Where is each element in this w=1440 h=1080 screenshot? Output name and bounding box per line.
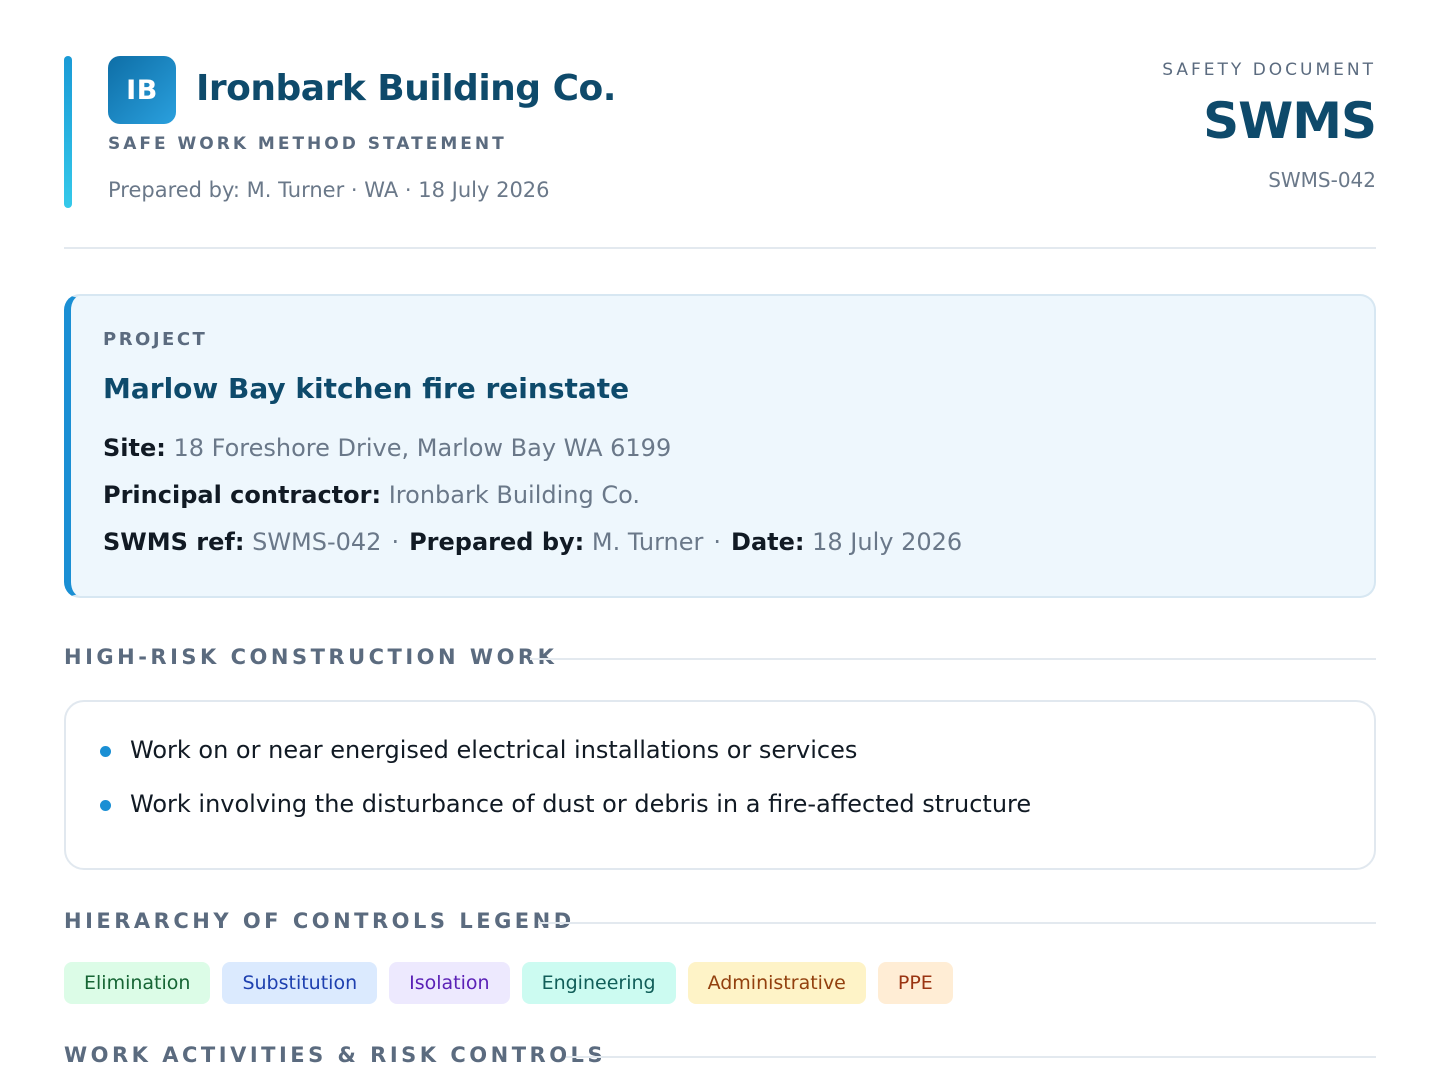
document-header: IB Ironbark Building Co. SAFE WORK METHO… (64, 56, 1377, 208)
bullet-icon (100, 800, 111, 811)
swms-ref-value: SWMS-042 (252, 528, 382, 556)
legend-chip-substitution: Substitution (222, 962, 378, 1004)
list-item: Work involving the disturbance of dust o… (130, 790, 1032, 818)
company-logo: IB (108, 56, 176, 124)
swms-ref-label: SWMS ref: (103, 528, 245, 556)
project-card: PROJECT Marlow Bay kitchen fire reinstat… (64, 294, 1376, 598)
prepared-by-value: M. Turner (591, 528, 704, 556)
legend-chip-engineering: Engineering (521, 962, 676, 1004)
section-rule (566, 1056, 1376, 1058)
list-item: Work on or near energised electrical ins… (130, 736, 858, 764)
prepared-by-label: Prepared by: (409, 528, 585, 556)
hrcw-card: Work on or near energised electrical ins… (64, 700, 1376, 870)
section-title-legend: HIERARCHY OF CONTROLS LEGEND (64, 909, 575, 933)
project-contractor-row: Principal contractor: Ironbark Building … (103, 481, 640, 509)
prepared-by-line: Prepared by: M. Turner · WA · 18 July 20… (108, 178, 550, 202)
legend-chip-isolation: Isolation (389, 962, 510, 1004)
bullet-icon (100, 746, 111, 757)
contractor-value: Ironbark Building Co. (388, 481, 641, 509)
header-accent-bar (64, 56, 72, 208)
section-title-hrcw: HIGH-RISK CONSTRUCTION WORK (64, 645, 558, 669)
document-type-label: SAFETY DOCUMENT (1162, 60, 1376, 80)
legend-chip-ppe: PPE (877, 962, 953, 1004)
contractor-label: Principal contractor: (103, 481, 382, 509)
project-title: Marlow Bay kitchen fire reinstate (103, 372, 630, 405)
legend-chip-administrative: Administrative (687, 962, 866, 1004)
section-title-activities: WORK ACTIVITIES & RISK CONTROLS (64, 1043, 607, 1067)
document-subtitle: SAFE WORK METHOD STATEMENT (108, 134, 507, 154)
section-rule (538, 922, 1376, 924)
document-reference: SWMS-042 (1268, 168, 1376, 192)
project-meta-row: SWMS ref: SWMS-042 · Prepared by: M. Turne… (103, 528, 962, 556)
separator: · (391, 528, 400, 556)
legend-chip-elimination: Elimination (64, 962, 211, 1004)
project-label: PROJECT (103, 329, 208, 350)
project-site-row: Site: 18 Foreshore Drive, Marlow Bay WA … (103, 434, 671, 462)
site-value: 18 Foreshore Drive, Marlow Bay WA 6199 (173, 434, 672, 462)
site-label: Site: (103, 434, 166, 462)
section-rule (530, 658, 1376, 660)
header-divider (64, 247, 1376, 249)
controls-legend: Elimination Substitution Isolation Engin… (64, 962, 953, 1004)
date-value: 18 July 2026 (812, 528, 963, 556)
date-label: Date: (731, 528, 805, 556)
company-name: Ironbark Building Co. (196, 68, 616, 109)
document-type: SWMS (1203, 92, 1377, 150)
separator: · (713, 528, 722, 556)
